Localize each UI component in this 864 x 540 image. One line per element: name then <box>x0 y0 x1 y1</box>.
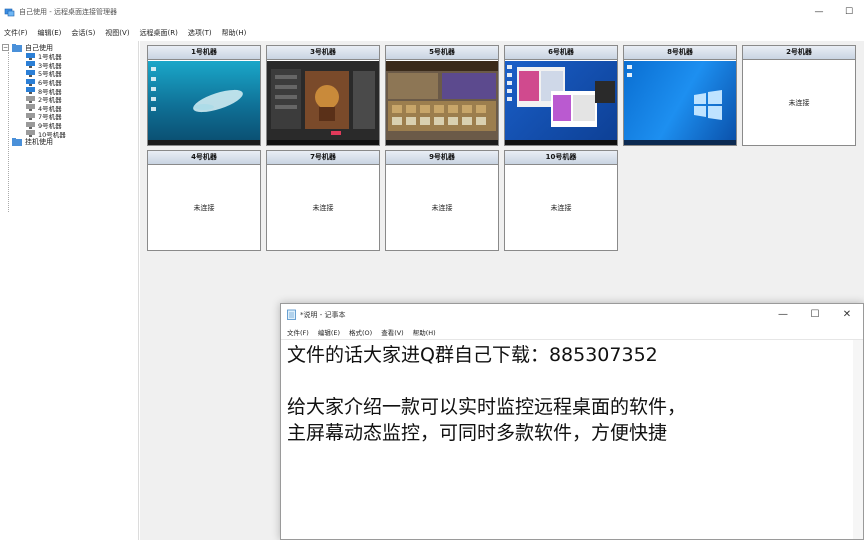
tree-item-machine-8[interactable]: 8号机器 <box>0 86 138 96</box>
connected-computer-icon <box>26 52 35 60</box>
maximize-button[interactable]: ☐ <box>834 0 864 24</box>
group-icon <box>12 43 22 52</box>
tile-title: 1号机器 <box>148 46 260 60</box>
tile-title: 8号机器 <box>624 46 736 60</box>
disconnected-computer-icon <box>26 104 35 112</box>
main-menubar: 文件(F) 编辑(E) 会话(S) 视图(V) 远程桌面(R) 选项(T) 帮助… <box>0 24 864 41</box>
notepad-title: *说明 - 记事本 <box>300 310 346 319</box>
tile-machine-5[interactable]: 5号机器 <box>385 45 499 146</box>
tree-item-machine-2[interactable]: 2号机器 <box>0 95 138 104</box>
tree-item-machine-9[interactable]: 9号机器 <box>0 121 138 130</box>
tile-machine-9[interactable]: 9号机器 未连接 <box>385 150 499 251</box>
notepad-window-controls: — ☐ ✕ <box>767 304 863 325</box>
text-line: 主屏幕动态监控，可同时多款软件，方便快捷 <box>287 422 668 444</box>
notepad-menu-edit[interactable]: 编辑(E) <box>318 327 340 337</box>
notepad-text-area[interactable]: 文件的话大家进Q群自己下载：885307352 给大家介绍一款可以实时监控远程桌面… <box>281 340 863 448</box>
tree-group-self[interactable]: − 自己使用 <box>0 43 138 52</box>
menu-options[interactable]: 选项(T) <box>188 28 212 38</box>
remote-screen-thumbnail[interactable] <box>267 61 379 145</box>
app-window-image <box>267 69 379 145</box>
notepad-icon <box>287 309 296 320</box>
connected-computer-icon <box>26 87 35 95</box>
tree-item-machine-7[interactable]: 7号机器 <box>0 112 138 121</box>
collapse-icon[interactable]: − <box>2 44 9 51</box>
server-tree: − 自己使用 1号机器 3号机器 5号机器 6号机器 8号机器 2号机器 4号机… <box>0 41 139 540</box>
notepad-scrollbar[interactable] <box>853 340 863 539</box>
tree-item-machine-6[interactable]: 6号机器 <box>0 78 138 87</box>
tile-machine-2[interactable]: 2号机器 未连接 <box>742 45 856 146</box>
remote-screen-thumbnail[interactable] <box>148 61 260 145</box>
tile-machine-4[interactable]: 4号机器 未连接 <box>147 150 261 251</box>
main-titlebar: 自己使用 - 远程桌面连接管理器 — ☐ <box>0 0 864 24</box>
window-title: 自己使用 - 远程桌面连接管理器 <box>19 8 117 16</box>
notepad-menu-help[interactable]: 帮助(H) <box>413 327 436 337</box>
tile-machine-7[interactable]: 7号机器 未连接 <box>266 150 380 251</box>
notepad-menu-view[interactable]: 查看(V) <box>381 327 404 337</box>
tile-machine-8[interactable]: 8号机器 <box>623 45 737 146</box>
tile-machine-6[interactable]: 6号机器 <box>504 45 618 146</box>
text-line <box>287 368 857 394</box>
tile-title: 3号机器 <box>267 46 379 60</box>
tile-title: 5号机器 <box>386 46 498 60</box>
desktop-windows-image <box>505 65 617 145</box>
ocean-wallpaper-image <box>148 67 260 145</box>
notepad-menubar: 文件(F) 编辑(E) 格式(O) 查看(V) 帮助(H) <box>281 325 863 340</box>
tile-title: 7号机器 <box>267 151 379 165</box>
tree-item-machine-1[interactable]: 1号机器 <box>0 52 138 61</box>
tile-title: 4号机器 <box>148 151 260 165</box>
disconnected-computer-icon <box>26 95 35 103</box>
tile-status: 未连接 <box>788 99 810 107</box>
connected-computer-icon <box>26 69 35 77</box>
remote-screen-thumbnail[interactable] <box>624 61 736 145</box>
menu-remote-desktop[interactable]: 远程桌面(R) <box>140 28 178 38</box>
tile-title: 10号机器 <box>505 151 617 165</box>
notepad-titlebar[interactable]: *说明 - 记事本 — ☐ ✕ <box>281 304 863 325</box>
menu-edit[interactable]: 编辑(E) <box>38 28 62 38</box>
menu-view[interactable]: 视图(V) <box>105 28 129 38</box>
notepad-minimize-button[interactable]: — <box>767 304 799 325</box>
tree-item-machine-10[interactable]: 10号机器 <box>0 129 138 139</box>
app-icon <box>4 8 15 16</box>
tile-title: 6号机器 <box>505 46 617 60</box>
tile-machine-1[interactable]: 1号机器 <box>147 45 261 146</box>
tile-status: 未连接 <box>193 204 215 212</box>
tree-item-machine-5[interactable]: 5号机器 <box>0 69 138 78</box>
tile-title: 9号机器 <box>386 151 498 165</box>
disconnected-computer-icon <box>26 130 35 138</box>
tile-status: 未连接 <box>312 204 334 212</box>
connected-computer-icon <box>26 78 35 86</box>
disconnected-computer-icon <box>26 112 35 120</box>
remote-screen-thumbnail[interactable] <box>505 61 617 145</box>
tile-title: 2号机器 <box>743 46 855 60</box>
disconnected-computer-icon <box>26 121 35 129</box>
menu-help[interactable]: 帮助(H) <box>222 28 247 38</box>
game-screen-image <box>386 61 498 145</box>
tile-status: 未连接 <box>550 204 572 212</box>
minimize-button[interactable]: — <box>804 0 834 24</box>
tree-guide-line <box>8 52 9 212</box>
remote-screen-thumbnail[interactable] <box>386 61 498 145</box>
tile-status: 未连接 <box>431 204 453 212</box>
window-controls: — ☐ <box>804 0 864 24</box>
tree-item-machine-3[interactable]: 3号机器 <box>0 61 138 70</box>
tile-machine-10[interactable]: 10号机器 未连接 <box>504 150 618 251</box>
windows-wallpaper-image <box>624 65 736 145</box>
notepad-menu-file[interactable]: 文件(F) <box>287 327 309 337</box>
tree-item-machine-4[interactable]: 4号机器 <box>0 104 138 113</box>
notepad-maximize-button[interactable]: ☐ <box>799 304 831 325</box>
tile-machine-3[interactable]: 3号机器 <box>266 45 380 146</box>
notepad-menu-format[interactable]: 格式(O) <box>349 327 372 337</box>
notepad-window: *说明 - 记事本 — ☐ ✕ 文件(F) 编辑(E) 格式(O) 查看(V) … <box>280 303 864 540</box>
notepad-close-button[interactable]: ✕ <box>831 304 863 325</box>
text-line: 给大家介绍一款可以实时监控远程桌面的软件， <box>287 396 687 418</box>
menu-file[interactable]: 文件(F) <box>4 28 28 38</box>
tree-group-idle[interactable]: 挂机使用 <box>0 138 138 147</box>
menu-session[interactable]: 会话(S) <box>71 28 95 38</box>
tree-group-label: 挂机使用 <box>25 138 53 147</box>
group-icon <box>12 138 22 147</box>
text-line: 文件的话大家进Q群自己下载：885307352 <box>287 344 658 366</box>
connected-computer-icon <box>26 61 35 69</box>
